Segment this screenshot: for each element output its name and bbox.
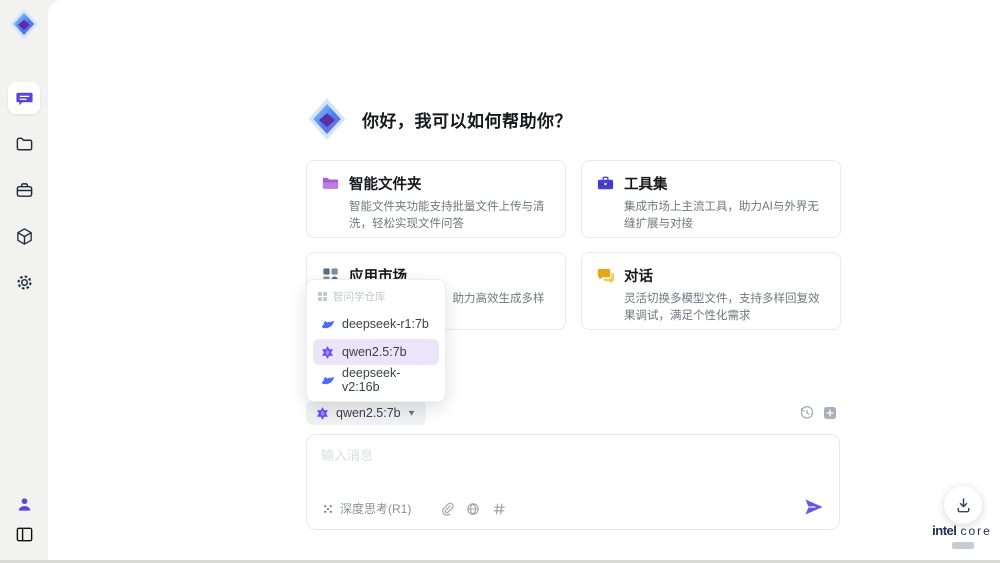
chevron-down-icon: ▼ [406, 408, 417, 418]
sidebar-item-chat[interactable] [8, 82, 40, 114]
new-chat-icon [824, 407, 836, 419]
gear-icon [16, 274, 32, 290]
card-description: 智能文件夹功能支持批量文件上传与清洗，轻松实现文件问答 [349, 201, 545, 231]
deep-think-icon [324, 504, 332, 513]
app-window: 你好，我可以如何帮助你？ 智能文件夹 智能文件夹功能支持批量文件上传与清洗，轻松… [0, 0, 1000, 563]
intel-core-badge: intel core [924, 522, 1000, 549]
folder-icon [16, 137, 32, 150]
briefcase-icon [16, 182, 32, 197]
model-option-qwen[interactable]: qwen2.5:7b [313, 339, 439, 365]
new-chat-button[interactable] [822, 405, 838, 421]
message-input[interactable] [321, 445, 821, 489]
paperclip-icon [442, 502, 454, 516]
sidebar-item-toolbox[interactable] [8, 174, 40, 206]
app-logo-icon [308, 98, 346, 140]
web-search-button[interactable] [465, 501, 481, 517]
model-dropdown-header: 智问学仓库 [307, 285, 445, 309]
briefcase-icon [597, 176, 614, 190]
panel-layout-icon [16, 527, 32, 541]
deepseek-icon [321, 320, 335, 328]
deepseek-icon [321, 376, 335, 384]
card-toolset[interactable]: 工具集 集成市场上主流工具，助力AI与外界无缝扩展与对接 [581, 160, 841, 238]
chat-bubbles-icon [597, 268, 615, 284]
model-option-label: qwen2.5:7b [342, 345, 407, 359]
card-conversation[interactable]: 对话 灵活切换多模型文件，支持多样回复效果调试，满足个性化需求 [581, 252, 841, 330]
model-option-label: deepseek-r1:7b [342, 317, 429, 331]
user-icon [18, 497, 30, 511]
card-title: 智能文件夹 [349, 177, 422, 193]
history-button[interactable] [799, 405, 815, 421]
download-icon [957, 497, 969, 512]
repository-icon [317, 291, 328, 302]
app-logo-icon[interactable] [7, 7, 41, 41]
model-dropdown: 智问学仓库 deepseek-r1:7b qwen2.5:7b deepseek… [306, 279, 446, 402]
model-option-deepseek-r1[interactable]: deepseek-r1:7b [313, 311, 439, 337]
card-description: 集成市场上主流工具，助力AI与外界无缝扩展与对接 [624, 201, 819, 231]
card-title: 工具集 [624, 177, 668, 193]
hash-icon [493, 503, 506, 514]
composer-controls: 深度思考(R1) [321, 500, 507, 517]
sidebar-item-settings[interactable] [8, 266, 40, 298]
qwen-icon [322, 345, 333, 359]
folder-icon [322, 177, 339, 189]
download-button[interactable] [944, 486, 982, 524]
deep-think-label: 深度思考(R1) [340, 502, 412, 516]
sidebar [0, 0, 48, 560]
greeting-title: 你好，我可以如何帮助你？ [362, 111, 572, 131]
chat-actions [799, 405, 838, 421]
sidebar-item-folders[interactable] [8, 128, 40, 160]
sidebar-item-models[interactable] [8, 220, 40, 252]
prompt-templates-button[interactable] [491, 501, 507, 517]
cube-icon [16, 227, 32, 245]
intel-core-text: core [960, 524, 992, 538]
sidebar-collapse-button[interactable] [8, 518, 40, 550]
globe-icon [467, 502, 480, 515]
main-panel: 你好，我可以如何帮助你？ 智能文件夹 智能文件夹功能支持批量文件上传与清洗，轻松… [48, 0, 1000, 560]
history-icon [800, 406, 814, 419]
qwen-icon [317, 406, 328, 420]
model-option-label: deepseek-v2:16b [342, 366, 401, 394]
model-option-deepseek-v2[interactable]: deepseek-v2:16b [313, 366, 439, 394]
greeting: 你好，我可以如何帮助你？ [304, 96, 572, 142]
deep-think-toggle[interactable]: 深度思考(R1) [321, 500, 411, 517]
message-composer: 深度思考(R1) [306, 434, 840, 530]
card-description: 灵活切换多模型文件，支持多样回复效果调试，满足个性化需求 [624, 293, 820, 323]
sidebar-item-account[interactable] [8, 488, 40, 520]
attach-file-button[interactable] [439, 501, 455, 517]
model-dropdown-header-label: 智问学仓库 [333, 291, 386, 303]
intel-ultra-mark [952, 542, 974, 549]
card-title: 对话 [624, 269, 653, 285]
send-button[interactable] [803, 496, 825, 518]
card-smart-folder[interactable]: 智能文件夹 智能文件夹功能支持批量文件上传与清洗，轻松实现文件问答 [306, 160, 566, 238]
intel-logo-text: intel [932, 523, 957, 538]
chat-icon [15, 92, 33, 105]
selected-model-label: qwen2.5:7b [336, 406, 401, 420]
send-icon [805, 499, 823, 515]
model-selector-button[interactable]: qwen2.5:7b ▼ [306, 401, 426, 425]
